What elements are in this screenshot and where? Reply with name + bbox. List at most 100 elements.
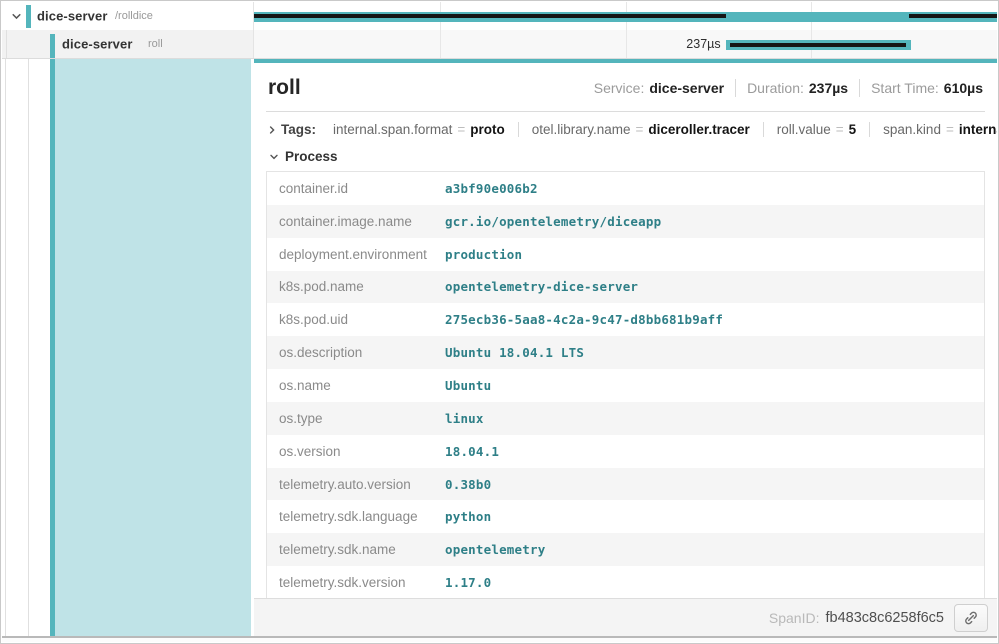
process-value: 18.04.1 bbox=[445, 444, 984, 459]
process-key: container.id bbox=[279, 181, 445, 196]
meta-label: Service: bbox=[594, 80, 645, 96]
table-row: os.type linux bbox=[267, 402, 984, 435]
process-key: container.image.name bbox=[279, 214, 445, 229]
selected-span-left-strip bbox=[2, 59, 254, 636]
process-section-header[interactable]: Process bbox=[254, 146, 997, 171]
table-row: telemetry.sdk.language python bbox=[267, 500, 984, 533]
table-row: telemetry.auto.version 0.38b0 bbox=[267, 468, 984, 501]
process-value: Ubuntu 18.04.1 LTS bbox=[445, 345, 984, 360]
meta-label: Start Time: bbox=[871, 80, 939, 96]
process-value: opentelemetry-dice-server bbox=[445, 279, 984, 294]
meta-value: 237µs bbox=[809, 80, 848, 96]
process-key: os.type bbox=[279, 411, 445, 426]
chevron-down-icon[interactable] bbox=[267, 152, 281, 162]
span-name-cell-rolldice[interactable]: dice-server /rolldice bbox=[2, 2, 254, 30]
span-detail-panel: roll Service: dice-server Duration: 237µ… bbox=[254, 59, 997, 636]
span-row-rolldice[interactable]: dice-server /rolldice bbox=[2, 2, 997, 30]
tag-equals: = bbox=[831, 122, 849, 137]
process-value: python bbox=[445, 509, 984, 524]
tags-list: internal.span.format = proto otel.librar… bbox=[320, 122, 997, 137]
process-value: production bbox=[445, 247, 984, 262]
tag-key: roll.value bbox=[777, 122, 831, 137]
service-color-bar bbox=[50, 34, 55, 58]
timeline-cell-rolldice[interactable] bbox=[254, 2, 997, 30]
tag-key: otel.library.name bbox=[532, 122, 631, 137]
selected-span-highlight bbox=[55, 59, 251, 636]
process-value: 275ecb36-5aa8-4c2a-9c47-d8bb681b9aff bbox=[445, 312, 984, 327]
indent-guide bbox=[5, 59, 6, 636]
span-detail-footer: SpanID: fb483c8c6258f6c5 bbox=[254, 598, 997, 636]
span-detail-header: roll Service: dice-server Duration: 237µ… bbox=[254, 63, 997, 111]
process-value: 1.17.0 bbox=[445, 575, 984, 590]
copy-link-button[interactable] bbox=[954, 604, 988, 632]
table-row: os.description Ubuntu 18.04.1 LTS bbox=[267, 336, 984, 369]
process-value: gcr.io/opentelemetry/diceapp bbox=[445, 214, 984, 229]
service-name: dice-server bbox=[37, 9, 107, 24]
table-row: container.image.name gcr.io/opentelemetr… bbox=[267, 205, 984, 238]
span-name-cell-roll[interactable]: dice-server roll bbox=[2, 30, 254, 58]
span-bar-stripe bbox=[254, 14, 726, 18]
tag-item: roll.value = 5 bbox=[763, 122, 869, 137]
table-row: os.version 18.04.1 bbox=[267, 435, 984, 468]
tag-equals: = bbox=[452, 122, 470, 137]
process-value: linux bbox=[445, 411, 984, 426]
timeline-gridline bbox=[626, 30, 627, 58]
tag-value: 5 bbox=[849, 122, 857, 137]
chevron-right-icon[interactable] bbox=[267, 125, 277, 135]
window-bottom-edge bbox=[2, 636, 997, 642]
table-row: os.name Ubuntu bbox=[267, 369, 984, 402]
process-key: telemetry.sdk.version bbox=[279, 575, 445, 590]
process-key: telemetry.sdk.language bbox=[279, 509, 445, 524]
indent-guide bbox=[6, 30, 7, 58]
meta-value: 610µs bbox=[944, 80, 983, 96]
tag-value: diceroller.tracer bbox=[648, 122, 749, 137]
tag-item: span.kind = internal bbox=[869, 122, 997, 137]
meta-value: dice-server bbox=[649, 80, 724, 96]
link-icon bbox=[963, 610, 979, 626]
operation-name: roll bbox=[148, 38, 163, 50]
timeline-gridline bbox=[440, 30, 441, 58]
spanid-label: SpanID: bbox=[769, 610, 820, 626]
spanid-value: fb483c8c6258f6c5 bbox=[825, 610, 944, 626]
process-value: Ubuntu bbox=[445, 378, 984, 393]
meta-divider bbox=[735, 79, 736, 97]
service-name: dice-server bbox=[62, 37, 132, 52]
trace-detail-window: dice-server /rolldice dice-server roll 2… bbox=[0, 0, 999, 644]
span-bar-rolldice[interactable] bbox=[254, 12, 997, 22]
indent-guide bbox=[28, 59, 29, 636]
process-key: os.name bbox=[279, 378, 445, 393]
process-value: a3bf90e006b2 bbox=[445, 181, 984, 196]
process-key: telemetry.sdk.name bbox=[279, 542, 445, 557]
table-row: telemetry.sdk.name opentelemetry bbox=[267, 533, 984, 566]
span-title: roll bbox=[268, 76, 301, 100]
process-key: os.version bbox=[279, 444, 445, 459]
table-row: k8s.pod.name opentelemetry-dice-server bbox=[267, 271, 984, 304]
tag-value: proto bbox=[470, 122, 505, 137]
operation-name: /rolldice bbox=[115, 10, 153, 22]
tag-item: internal.span.format = proto bbox=[320, 122, 518, 137]
meta-item: Service: dice-server bbox=[594, 80, 724, 96]
span-bar-stripe bbox=[730, 43, 906, 47]
process-key: os.description bbox=[279, 345, 445, 360]
process-value: 0.38b0 bbox=[445, 477, 984, 492]
process-kv-table: container.id a3bf90e006b2 container.imag… bbox=[266, 171, 985, 600]
span-duration-label: 237µs bbox=[686, 37, 720, 51]
process-key: deployment.environment bbox=[279, 247, 445, 262]
service-color-bar bbox=[26, 5, 31, 28]
tag-value: internal bbox=[959, 122, 997, 137]
process-key: telemetry.auto.version bbox=[279, 477, 445, 492]
timeline-cell-roll[interactable]: 237µs bbox=[254, 30, 997, 58]
span-bar-stripe bbox=[909, 14, 997, 18]
span-bar-roll[interactable] bbox=[726, 40, 911, 50]
tag-item: otel.library.name = diceroller.tracer bbox=[518, 122, 763, 137]
tag-equals: = bbox=[941, 122, 959, 137]
process-key: k8s.pod.uid bbox=[279, 312, 445, 327]
process-value: opentelemetry bbox=[445, 542, 984, 557]
tags-section-header[interactable]: Tags: internal.span.format = proto otel.… bbox=[254, 112, 997, 146]
table-row: telemetry.sdk.version 1.17.0 bbox=[267, 566, 984, 599]
meta-divider bbox=[859, 79, 860, 97]
collapse-chevron-down-icon[interactable] bbox=[9, 9, 23, 23]
tag-key: span.kind bbox=[883, 122, 941, 137]
span-row-roll[interactable]: dice-server roll 237µs bbox=[2, 30, 997, 59]
tag-equals: = bbox=[631, 122, 649, 137]
